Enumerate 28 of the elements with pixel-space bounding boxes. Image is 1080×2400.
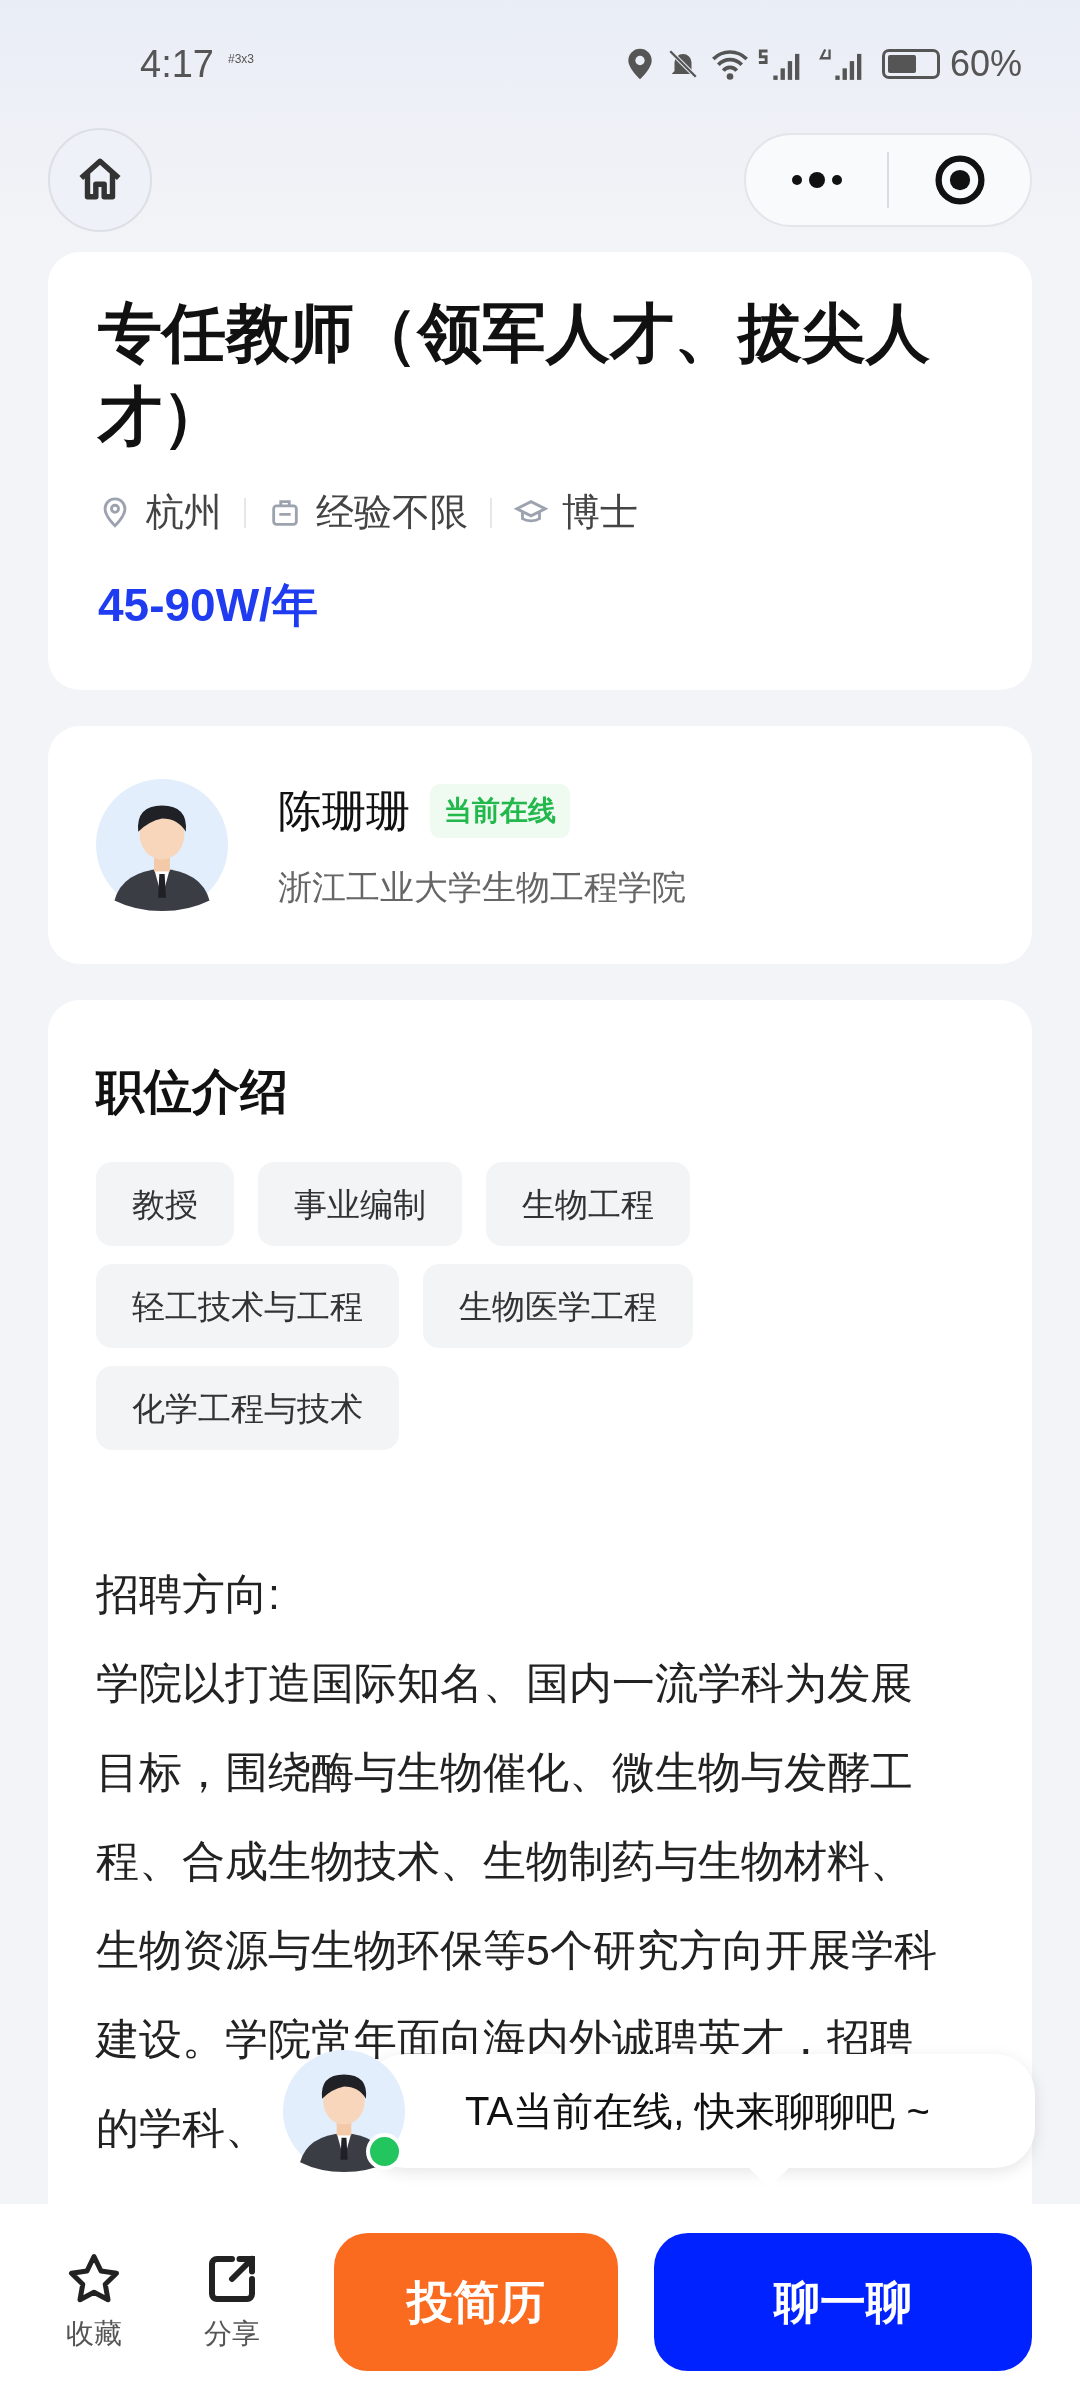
salary: 45-90W/年 bbox=[98, 578, 319, 634]
tag: 事业编制 bbox=[258, 1162, 462, 1247]
job-meta: 杭州 bbox=[146, 490, 222, 536]
tag: 化学工程与技术 bbox=[96, 1366, 399, 1451]
description-line: 程、合成生物技术、生物制药与生物材料、 bbox=[96, 1836, 913, 1888]
online-status: 当前在线 bbox=[430, 783, 570, 838]
job-title: 专任教师（领军人才、拔尖人才） bbox=[98, 296, 931, 455]
tag: 生物工程 bbox=[486, 1162, 690, 1247]
battery-percent: 60% bbox=[949, 42, 1022, 86]
chat-button[interactable]: 聊一聊 bbox=[654, 2233, 1032, 2371]
clock: 4:17 bbox=[140, 41, 214, 87]
job-meta: 经验不限 bbox=[316, 490, 468, 536]
tag: 轻工技术与工程 bbox=[96, 1264, 399, 1349]
tip-text: TA当前在线, 快来聊聊吧 ~ bbox=[465, 2088, 930, 2135]
description-line: 学院以打造国际知名、国内一流学科为发展 bbox=[96, 1658, 913, 1710]
job-meta: 博士 bbox=[562, 490, 638, 536]
recruiter-org: 浙江工业大学生物工程学院 bbox=[278, 866, 686, 908]
share-button[interactable]: 分享 bbox=[186, 2249, 278, 2355]
tag: 教授 bbox=[96, 1162, 234, 1247]
description-line: 生物资源与生物环保等5个研究方向开展学科 bbox=[96, 1925, 937, 1977]
recruiter-name: 陈珊珊 bbox=[278, 784, 410, 837]
description-line: 的学科、 bbox=[96, 2103, 268, 2155]
favorite-button[interactable]: 收藏 bbox=[48, 2249, 140, 2355]
description-line: 招聘方向: bbox=[96, 1569, 280, 1621]
status-note: #3x3 bbox=[227, 51, 254, 68]
tag: 生物医学工程 bbox=[423, 1264, 693, 1349]
section-heading: 职位介绍 bbox=[96, 1064, 289, 1121]
description-line: 目标，围绕酶与生物催化、微生物与发酵工 bbox=[96, 1747, 913, 1799]
